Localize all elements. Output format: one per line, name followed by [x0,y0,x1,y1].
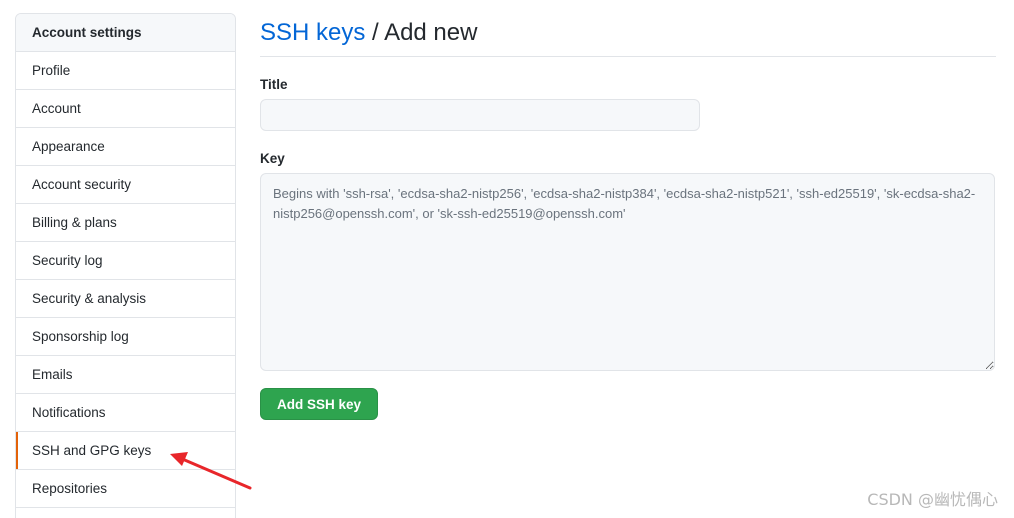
sidebar-item-billing-plans[interactable]: Billing & plans [16,204,235,242]
key-label: Key [260,151,285,166]
title-input[interactable] [260,99,700,131]
sidebar-item-profile[interactable]: Profile [16,52,235,90]
settings-sidebar: Account settings Profile Account Appeara… [15,13,236,518]
title-label: Title [260,77,288,92]
key-textarea[interactable] [260,173,995,371]
sidebar-item-emails[interactable]: Emails [16,356,235,394]
sidebar-item-sponsorship-log[interactable]: Sponsorship log [16,318,235,356]
main-content: SSH keys / Add new Title Key Add SSH key [260,13,996,420]
sidebar-item-account-security[interactable]: Account security [16,166,235,204]
add-ssh-key-button[interactable]: Add SSH key [260,388,379,420]
ssh-key-settings-page: Account settings Profile Account Appeara… [0,0,1014,518]
page-title: SSH keys / Add new [260,13,996,57]
sidebar-item-ssh-gpg-keys[interactable]: SSH and GPG keys [16,432,235,470]
sidebar-header: Account settings [16,14,235,52]
breadcrumb-ssh-keys-link[interactable]: SSH keys [260,19,365,46]
sidebar-item-security-log[interactable]: Security log [16,242,235,280]
watermark: CSDN @幽忧偶心 [867,490,998,509]
sidebar-item-account[interactable]: Account [16,90,235,128]
breadcrumb-separator: / [365,19,385,46]
sidebar-item-repositories[interactable]: Repositories [16,470,235,508]
sidebar-item-notifications[interactable]: Notifications [16,394,235,432]
breadcrumb-current: Add new [384,19,478,46]
sidebar-item-security-analysis[interactable]: Security & analysis [16,280,235,318]
sidebar-item-appearance[interactable]: Appearance [16,128,235,166]
